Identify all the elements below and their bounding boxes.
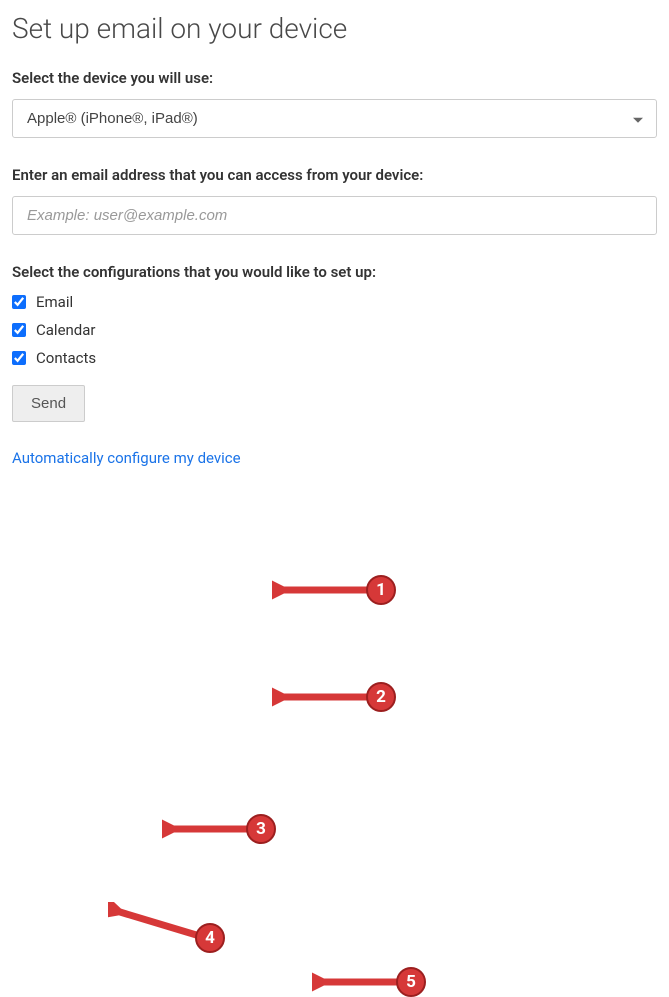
device-label: Select the device you will use: [12, 69, 657, 87]
email-checkbox[interactable] [12, 295, 26, 309]
calendar-checkbox[interactable] [12, 323, 26, 337]
email-label: Enter an email address that you can acce… [12, 166, 657, 184]
email-checkbox-label: Email [36, 293, 73, 311]
email-input[interactable] [12, 196, 657, 235]
config-label: Select the configurations that you would… [12, 263, 657, 281]
contacts-checkbox-label: Contacts [36, 349, 96, 367]
contacts-checkbox[interactable] [12, 351, 26, 365]
send-button[interactable]: Send [12, 385, 85, 422]
page-title: Set up email on your device [12, 12, 657, 45]
auto-configure-link[interactable]: Automatically configure my device [12, 449, 241, 467]
device-select[interactable]: Apple® (iPhone®, iPad®) [12, 99, 657, 138]
calendar-checkbox-label: Calendar [36, 321, 96, 339]
